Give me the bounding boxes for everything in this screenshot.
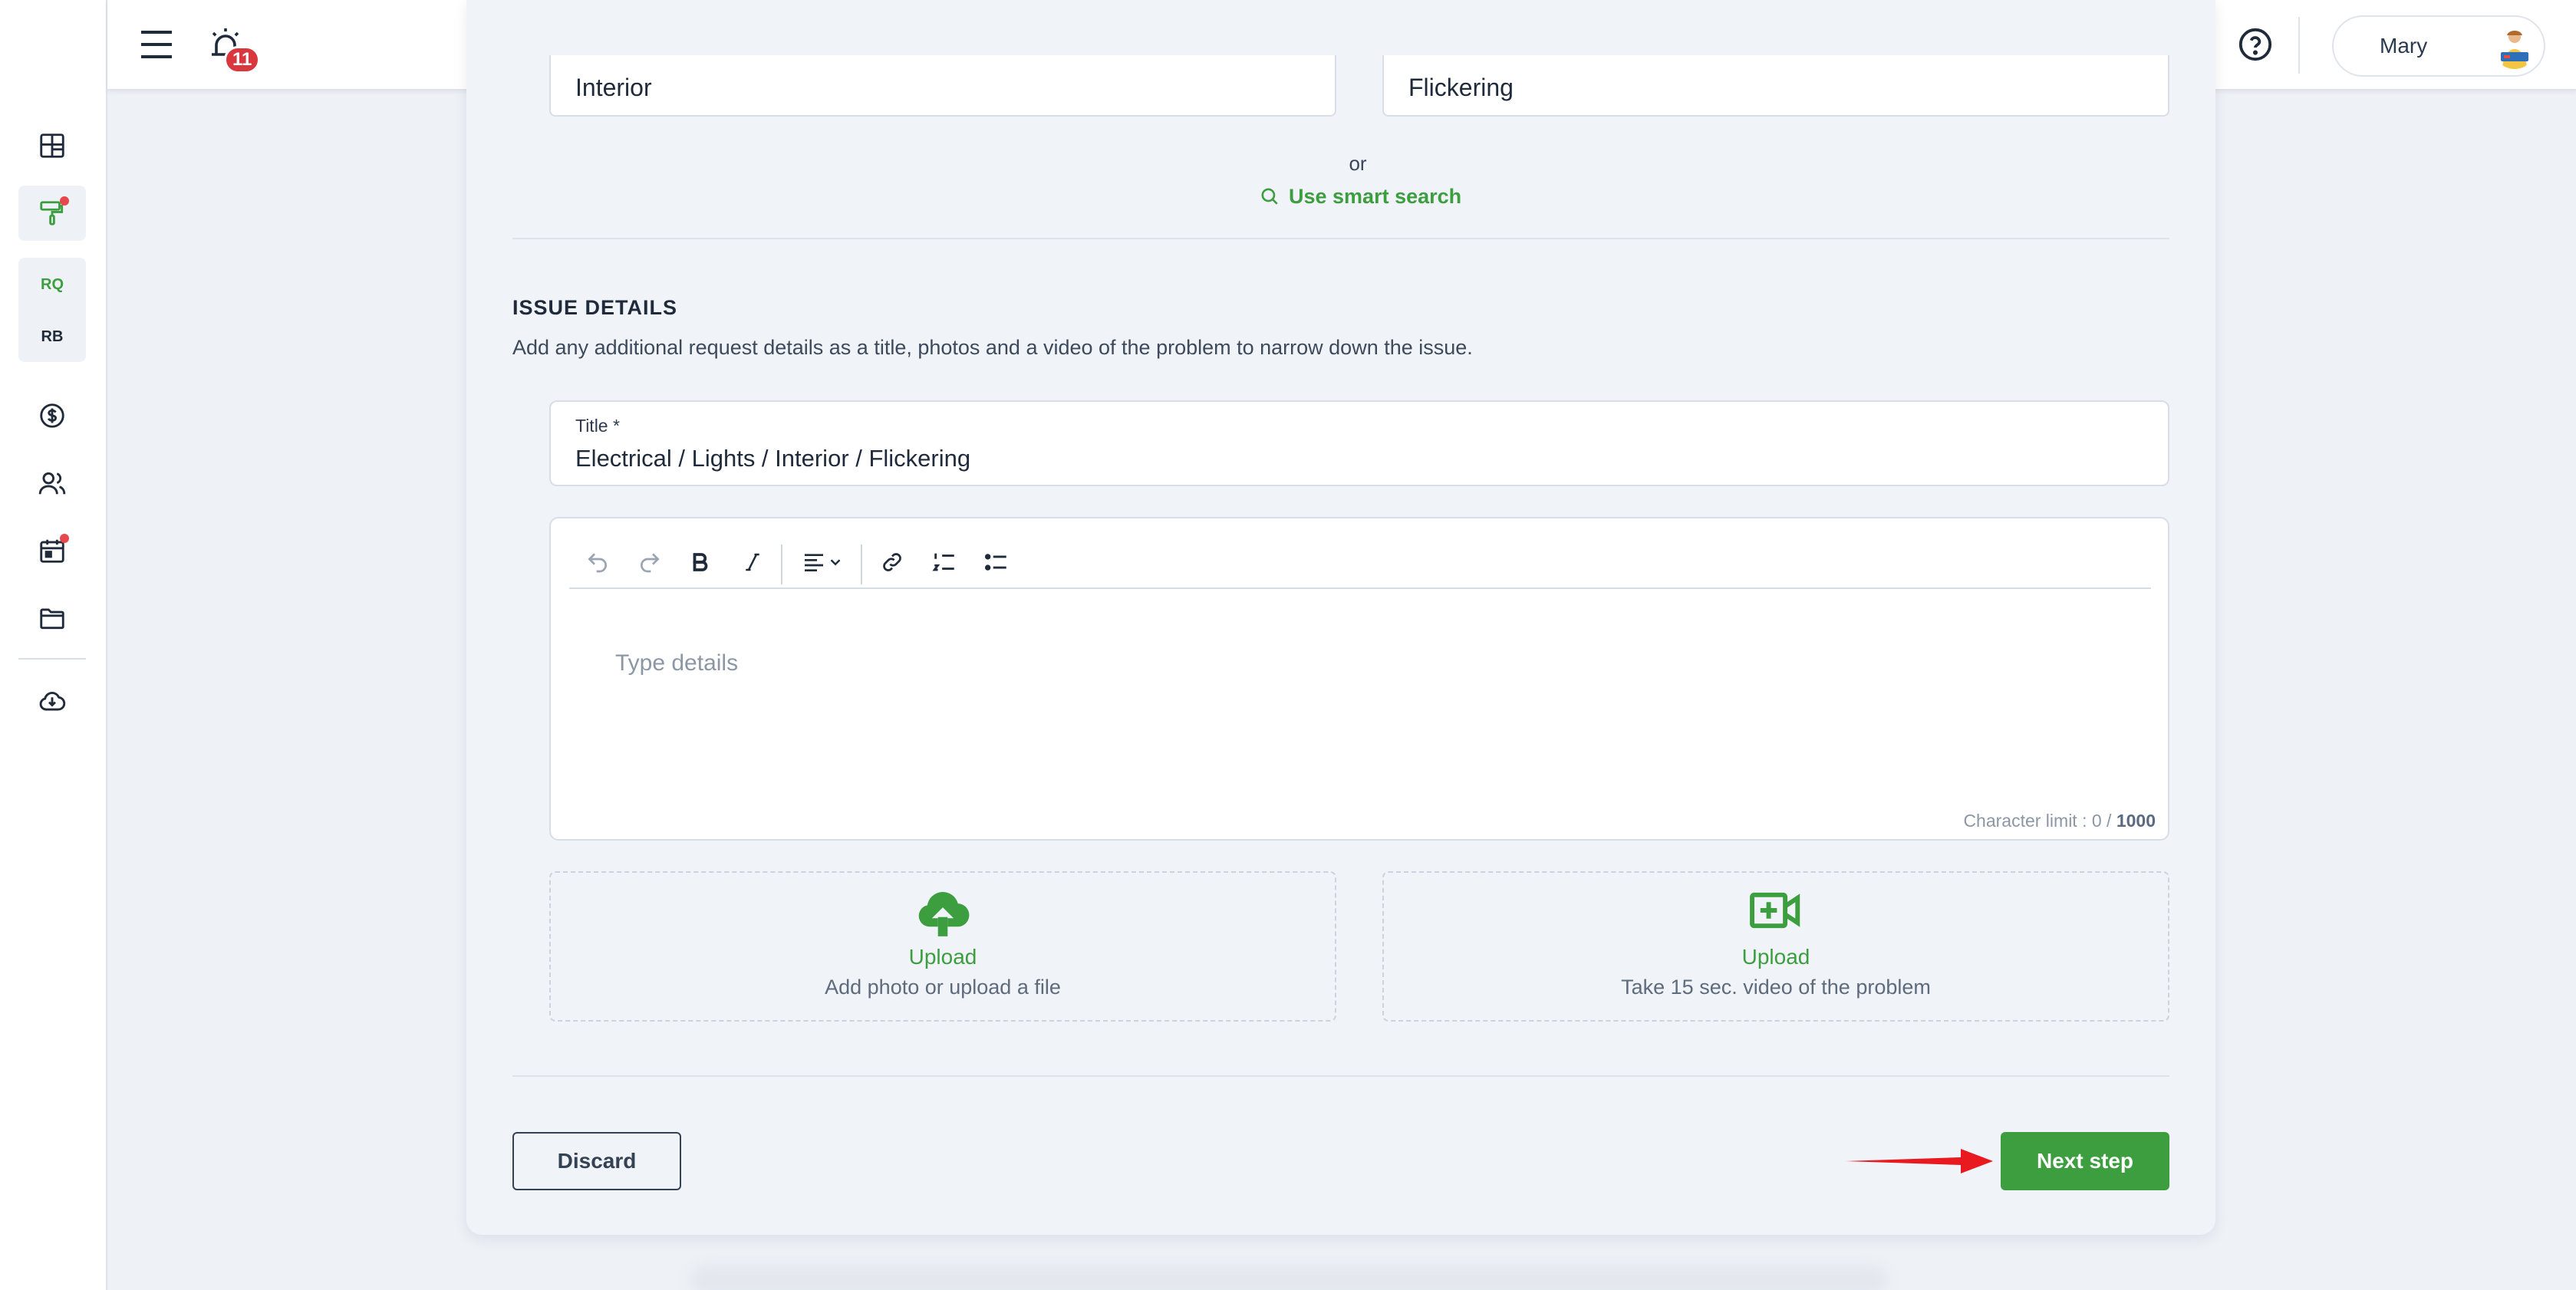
section-divider — [512, 238, 2169, 239]
photo-upload-dropzone[interactable]: Upload Add photo or upload a file — [549, 871, 1336, 1022]
sidebar-item-rb[interactable]: RB — [18, 328, 86, 346]
undo-button[interactable] — [581, 545, 614, 580]
dollar-icon — [40, 403, 64, 428]
chevron-down-icon — [830, 559, 841, 566]
bullet-list-icon — [984, 554, 1006, 571]
details-editor: Type details Character limit : 0 / 1000 — [549, 517, 2169, 841]
redo-icon — [641, 553, 660, 573]
notification-dot — [60, 196, 69, 206]
left-sidebar: RQ RB — [0, 0, 107, 1290]
dashboard-icon — [40, 133, 64, 158]
details-textarea[interactable]: Type details — [615, 650, 738, 676]
toolbar-separator — [781, 545, 782, 584]
sidebar-item-requests[interactable] — [18, 186, 86, 241]
sidebar-divider — [18, 658, 86, 660]
title-field-value: Electrical / Lights / Interior / Flicker… — [575, 445, 971, 472]
smart-search-link[interactable]: Use smart search — [1260, 181, 1461, 212]
title-field-label: Title * — [575, 416, 620, 436]
red-arrow-annotation — [1846, 1149, 1993, 1173]
user-menu[interactable]: Mary — [2332, 15, 2545, 77]
photo-upload-label: Upload — [908, 945, 977, 969]
bullet-list-button[interactable] — [979, 545, 1014, 580]
sidebar-item-people[interactable] — [18, 456, 86, 511]
link-icon — [883, 553, 901, 571]
menu-button[interactable] — [137, 26, 176, 63]
card-shadow — [690, 1265, 1887, 1290]
user-name: Mary — [2380, 34, 2428, 58]
video-upload-subtext: Take 15 sec. video of the problem — [1621, 976, 1931, 999]
avatar — [2493, 26, 2536, 69]
issue-details-heading: ISSUE DETAILS — [512, 296, 678, 319]
align-dropdown[interactable] — [792, 545, 853, 580]
notification-dot — [60, 534, 69, 543]
alerts-button[interactable]: 11 — [204, 23, 261, 74]
cloud-download-icon — [39, 692, 66, 711]
people-icon — [38, 472, 66, 495]
smart-search-label: Use smart search — [1289, 184, 1462, 208]
photo-upload-subtext: Add photo or upload a file — [825, 976, 1061, 999]
bold-icon — [693, 553, 708, 571]
sidebar-item-finance[interactable] — [18, 388, 86, 443]
ordered-list-button[interactable] — [927, 545, 962, 580]
search-icon — [1261, 188, 1278, 205]
italic-button[interactable] — [736, 545, 769, 580]
folder-icon — [40, 608, 64, 630]
or-separator: or — [1349, 152, 1367, 175]
character-limit-max: 1000 — [2116, 811, 2156, 831]
discard-button[interactable]: Discard — [512, 1132, 681, 1190]
sidebar-subgroup: RQ RB — [18, 258, 86, 362]
help-question-icon — [2238, 28, 2272, 61]
title-field[interactable]: Title * Electrical / Lights / Interior /… — [549, 400, 2169, 486]
character-limit: Character limit : 0 / 1000 — [1963, 811, 2156, 831]
link-button[interactable] — [876, 545, 908, 580]
align-left-icon — [805, 554, 823, 571]
alerts-count-badge: 11 — [224, 46, 261, 74]
header-divider — [2298, 17, 2300, 74]
character-limit-text: Character limit : 0 / — [1963, 811, 2116, 831]
video-upload-label: Upload — [1741, 945, 1810, 969]
next-step-button[interactable]: Next step — [2001, 1132, 2169, 1190]
sidebar-item-calendar[interactable] — [18, 523, 86, 578]
help-button[interactable] — [2234, 23, 2277, 66]
video-add-icon — [1750, 892, 1800, 929]
ordered-list-icon — [932, 553, 954, 571]
video-upload-dropzone[interactable]: Upload Take 15 sec. video of the problem — [1382, 871, 2169, 1022]
italic-icon — [746, 553, 759, 571]
hamburger-menu-icon — [141, 31, 172, 58]
undo-icon — [588, 553, 607, 573]
cloud-upload-icon — [918, 892, 970, 936]
issue-details-description: Add any additional request details as a … — [512, 336, 1473, 359]
sidebar-item-rq[interactable]: RQ — [18, 276, 86, 294]
bold-button[interactable] — [684, 545, 716, 580]
redo-button[interactable] — [634, 545, 666, 580]
toolbar-separator — [861, 545, 862, 584]
sidebar-item-downloads[interactable] — [18, 673, 86, 729]
sidebar-item-dashboard[interactable] — [18, 118, 86, 173]
footer-divider — [512, 1075, 2169, 1077]
editor-toolbar — [569, 534, 2151, 589]
sidebar-item-files[interactable] — [18, 591, 86, 646]
